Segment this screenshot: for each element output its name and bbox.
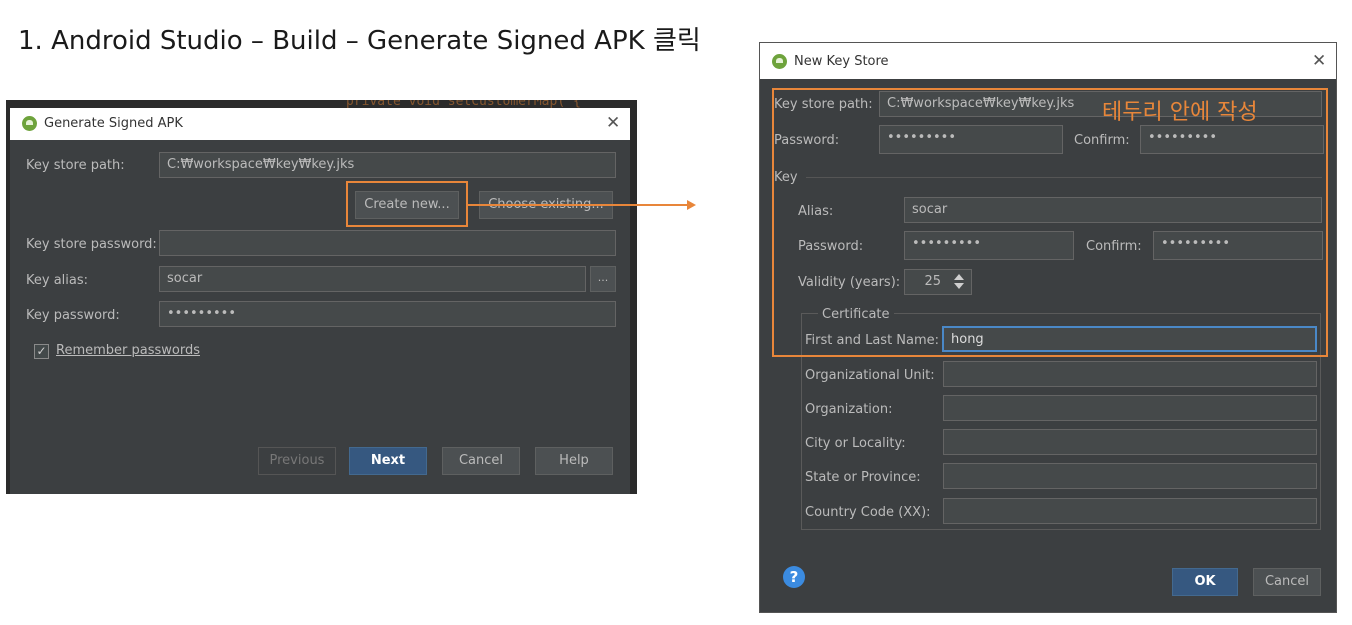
ok-button[interactable]: OK <box>1172 568 1238 596</box>
org-unit-field[interactable] <box>943 361 1317 387</box>
pointer-arrow-line <box>468 204 688 206</box>
alias-browse-button[interactable]: ... <box>590 266 616 292</box>
close-icon[interactable]: ✕ <box>1312 51 1326 71</box>
help-icon[interactable]: ? <box>783 566 805 588</box>
instruction-heading: 1. Android Studio – Build – Generate Sig… <box>18 26 701 56</box>
previous-button[interactable]: Previous <box>258 447 336 475</box>
annotation-note: 테두리 안에 작성 <box>1102 100 1258 125</box>
help-button[interactable]: Help <box>535 447 613 475</box>
organization-label: Organization: <box>805 402 893 417</box>
key-alias-field[interactable]: socar <box>159 266 586 292</box>
organization-field[interactable] <box>943 395 1317 421</box>
dialog-titlebar: New Key Store ✕ <box>760 43 1336 79</box>
state-label: State or Province: <box>805 470 921 485</box>
create-new-highlight <box>346 181 468 227</box>
key-password-label: Key password: <box>26 308 120 323</box>
remember-passwords-checkbox[interactable]: ✓ <box>34 344 49 359</box>
state-field[interactable] <box>943 463 1317 489</box>
remember-passwords-label: Remember passwords <box>56 343 200 358</box>
android-icon <box>772 54 787 69</box>
dialog-title: New Key Store <box>794 54 889 69</box>
key-alias-label: Key alias: <box>26 273 89 288</box>
cancel-button[interactable]: Cancel <box>442 447 520 475</box>
country-field[interactable] <box>943 498 1317 524</box>
fill-in-area-highlight <box>772 88 1328 357</box>
pointer-arrow-head <box>687 200 696 210</box>
dialog-titlebar: Generate Signed APK ✕ <box>10 108 630 140</box>
key-store-path-label: Key store path: <box>26 158 125 173</box>
org-unit-label: Organizational Unit: <box>805 368 935 383</box>
cancel-button[interactable]: Cancel <box>1253 568 1321 596</box>
generate-signed-apk-dialog: Generate Signed APK ✕ Key store path: C:… <box>10 108 630 494</box>
android-icon <box>22 116 37 131</box>
next-button[interactable]: Next <box>349 447 427 475</box>
country-label: Country Code (XX): <box>805 505 931 520</box>
close-icon[interactable]: ✕ <box>606 113 620 133</box>
city-label: City or Locality: <box>805 436 906 451</box>
key-store-password-field[interactable] <box>159 230 616 256</box>
key-password-field[interactable]: ••••••••• <box>159 301 616 327</box>
city-field[interactable] <box>943 429 1317 455</box>
key-store-path-field[interactable]: C:₩workspace₩key₩key.jks <box>159 152 616 178</box>
key-store-password-label: Key store password: <box>26 237 157 252</box>
dialog-title: Generate Signed APK <box>44 116 183 131</box>
